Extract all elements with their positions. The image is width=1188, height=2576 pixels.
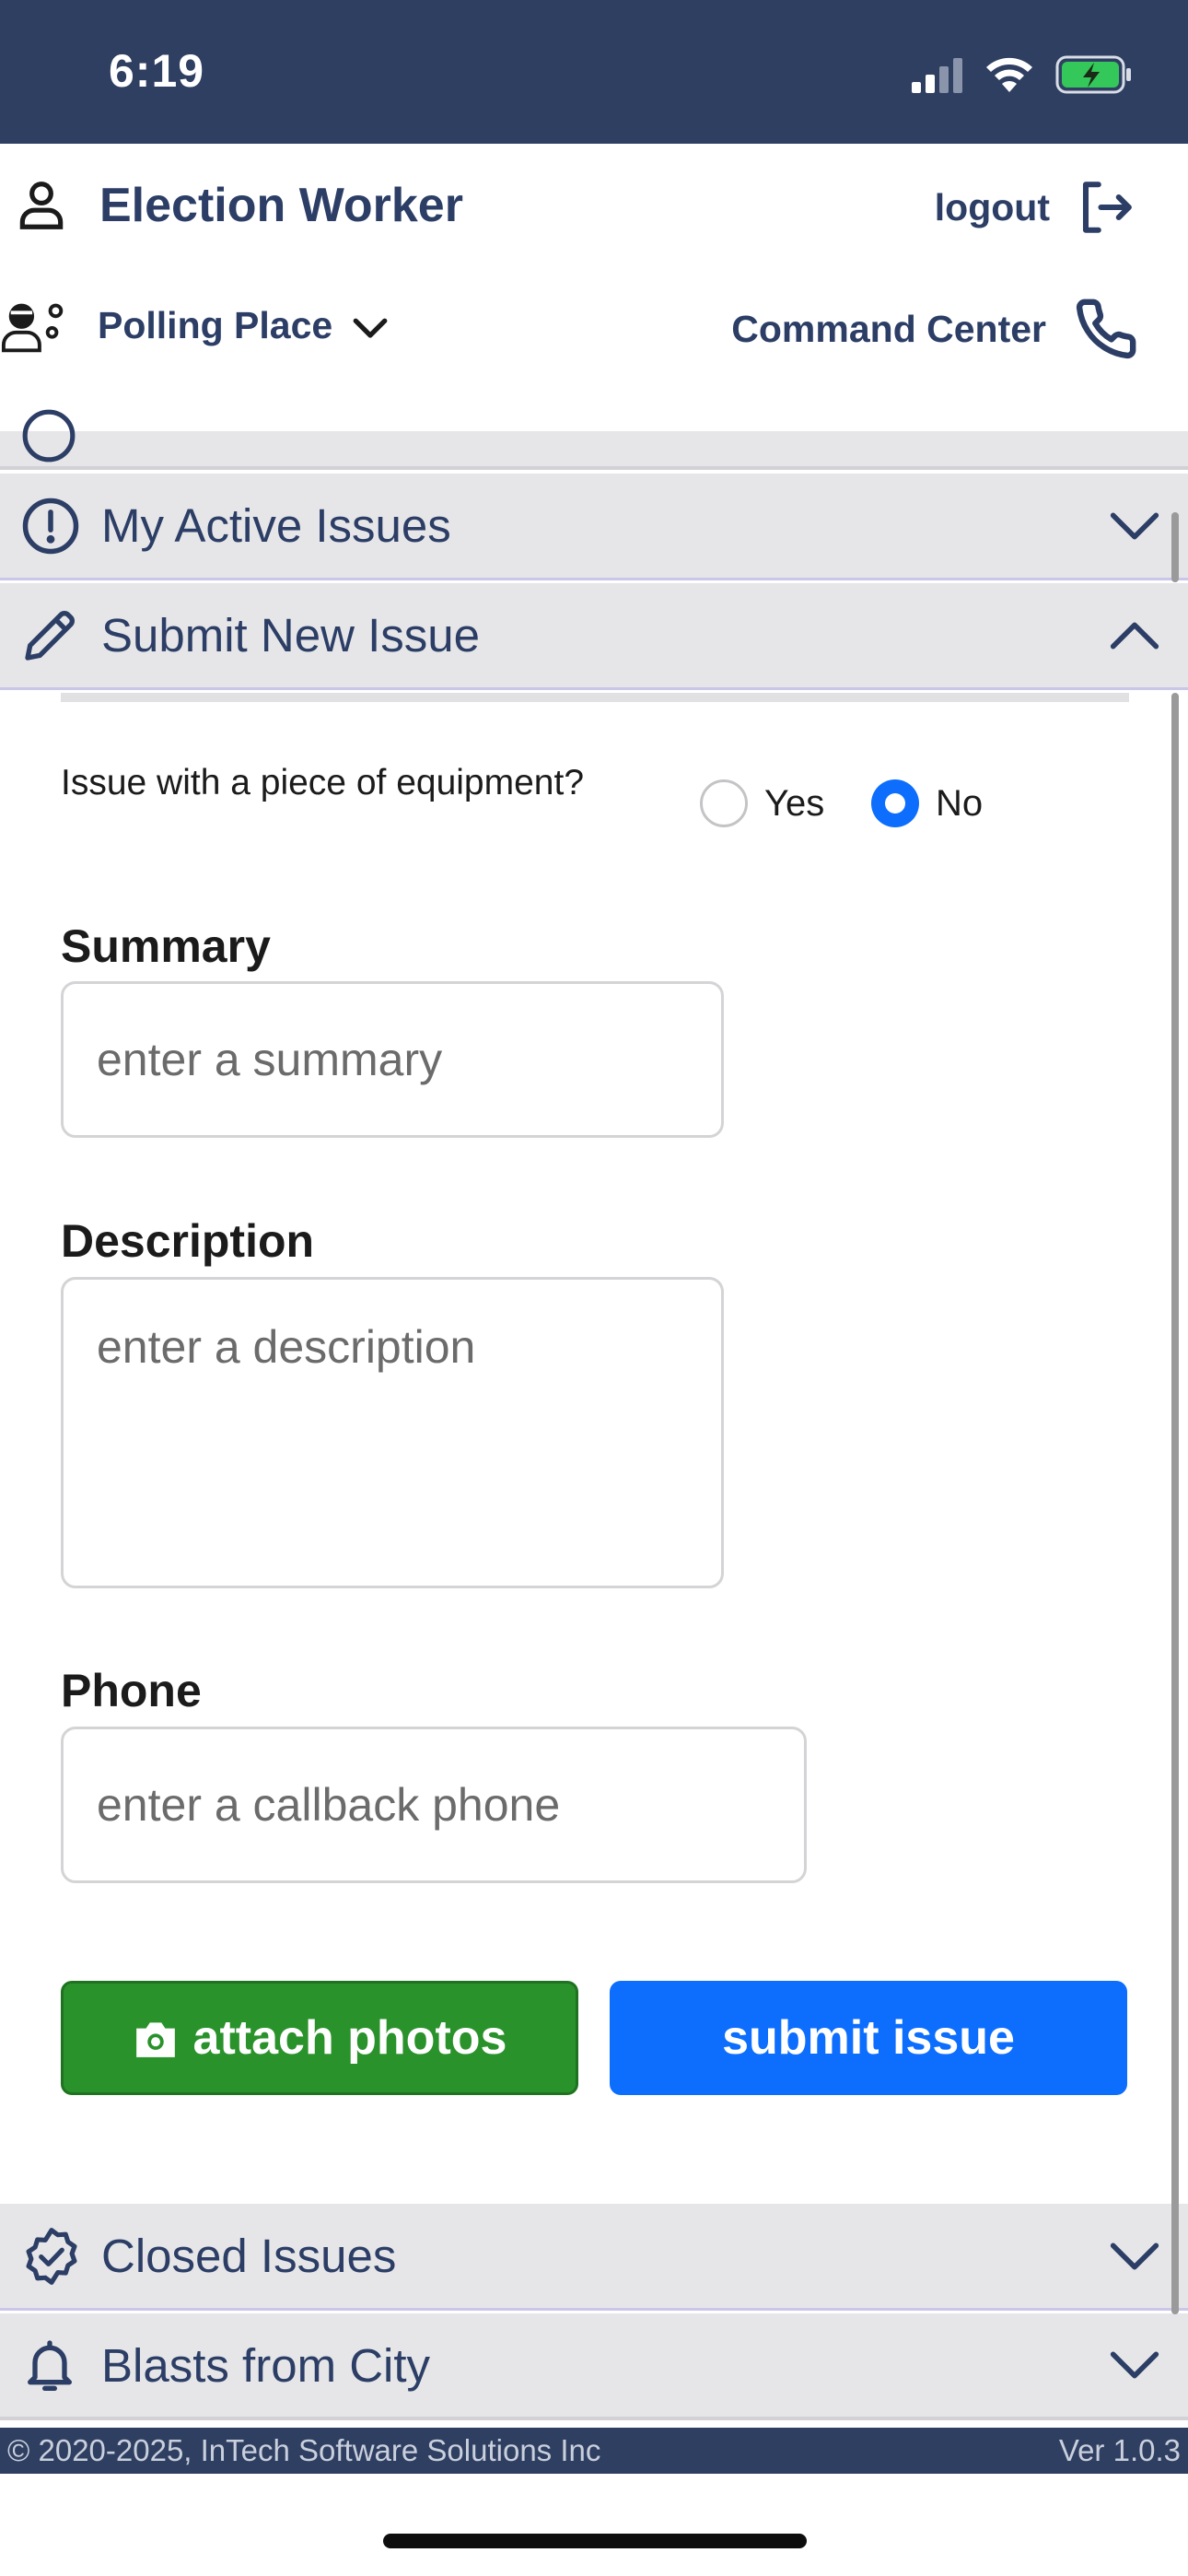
footer-version: Ver 1.0.3 — [1058, 2433, 1181, 2467]
wifi-icon — [986, 57, 1032, 92]
section-label-blasts: Blasts from City — [101, 2338, 431, 2392]
user-title: Election Worker — [99, 179, 463, 232]
submit-issue-label: submit issue — [722, 2011, 1015, 2065]
section-closed-issues[interactable]: Closed Issues — [0, 2204, 1188, 2311]
section-label-submit-new-issue: Submit New Issue — [101, 609, 480, 662]
chevron-down-icon — [1110, 2242, 1159, 2269]
polling-place-dropdown[interactable]: Polling Place — [0, 295, 390, 356]
radio-no-label: No — [936, 782, 984, 824]
alert-circle-icon — [22, 498, 79, 554]
status-bar: 6:19 — [0, 0, 1188, 144]
attach-photos-button[interactable]: attach photos — [61, 1981, 578, 2095]
phone-input[interactable] — [61, 1727, 807, 1883]
footer: © 2020-2025, InTech Software Solutions I… — [0, 2428, 1188, 2474]
scrolled-section-remnant — [0, 409, 1188, 470]
section-label-active-issues: My Active Issues — [101, 499, 451, 552]
status-icons — [912, 52, 1133, 98]
logout-icon — [1082, 181, 1132, 233]
section-blasts-from-city[interactable]: Blasts from City — [0, 2313, 1188, 2420]
phone-icon — [1076, 299, 1136, 359]
signal-icon — [912, 58, 962, 93]
summary-label: Summary — [61, 920, 271, 972]
scrollbar-thumb-top[interactable] — [1171, 512, 1179, 582]
user-row: Election Worker — [13, 177, 463, 234]
panel-top-strip — [61, 693, 1129, 702]
radio-yes-label: Yes — [764, 782, 825, 824]
radio-yes[interactable]: Yes — [700, 779, 824, 827]
phone-label: Phone — [61, 1665, 202, 1716]
description-textarea[interactable] — [61, 1277, 724, 1588]
radio-no[interactable]: No — [871, 779, 983, 827]
worker-gear-icon — [1, 303, 64, 353]
bell-icon — [27, 2340, 72, 2391]
app-header: Election Worker logout Polling Place Com… — [0, 144, 1188, 431]
pencil-icon — [25, 610, 75, 661]
summary-input[interactable] — [61, 981, 724, 1138]
section-label-closed-issues: Closed Issues — [101, 2230, 397, 2282]
polling-place-label: Polling Place — [98, 303, 333, 346]
submit-issue-button[interactable]: submit issue — [610, 1981, 1127, 2095]
section-icon-remnant — [22, 409, 76, 463]
radio-no-circle[interactable] — [871, 779, 919, 827]
camera-icon — [135, 2022, 175, 2057]
badge-check-icon — [26, 2227, 77, 2285]
chevron-down-icon — [1110, 2351, 1159, 2379]
section-my-active-issues[interactable]: My Active Issues — [0, 474, 1188, 580]
status-time: 6:19 — [109, 45, 205, 97]
description-label: Description — [61, 1215, 315, 1267]
user-icon — [19, 181, 64, 229]
equipment-question: Issue with a piece of equipment? — [61, 763, 585, 802]
command-center-label: Command Center — [731, 307, 1046, 350]
home-indicator[interactable] — [383, 2534, 807, 2548]
logout-button[interactable]: logout — [935, 177, 1136, 238]
section-submit-new-issue[interactable]: Submit New Issue — [0, 583, 1188, 690]
chevron-down-icon — [1110, 512, 1159, 539]
chevron-down-icon — [353, 318, 388, 338]
attach-photos-label: attach photos — [192, 2011, 507, 2065]
battery-charging-icon — [1055, 55, 1131, 94]
footer-copyright: © 2020-2025, InTech Software Solutions I… — [7, 2433, 601, 2467]
radio-yes-circle[interactable] — [700, 779, 748, 827]
scrollbar-thumb-main[interactable] — [1171, 693, 1179, 2314]
logout-label: logout — [934, 185, 1050, 228]
chevron-up-icon — [1110, 622, 1159, 649]
command-center-button[interactable]: Command Center — [731, 297, 1138, 361]
